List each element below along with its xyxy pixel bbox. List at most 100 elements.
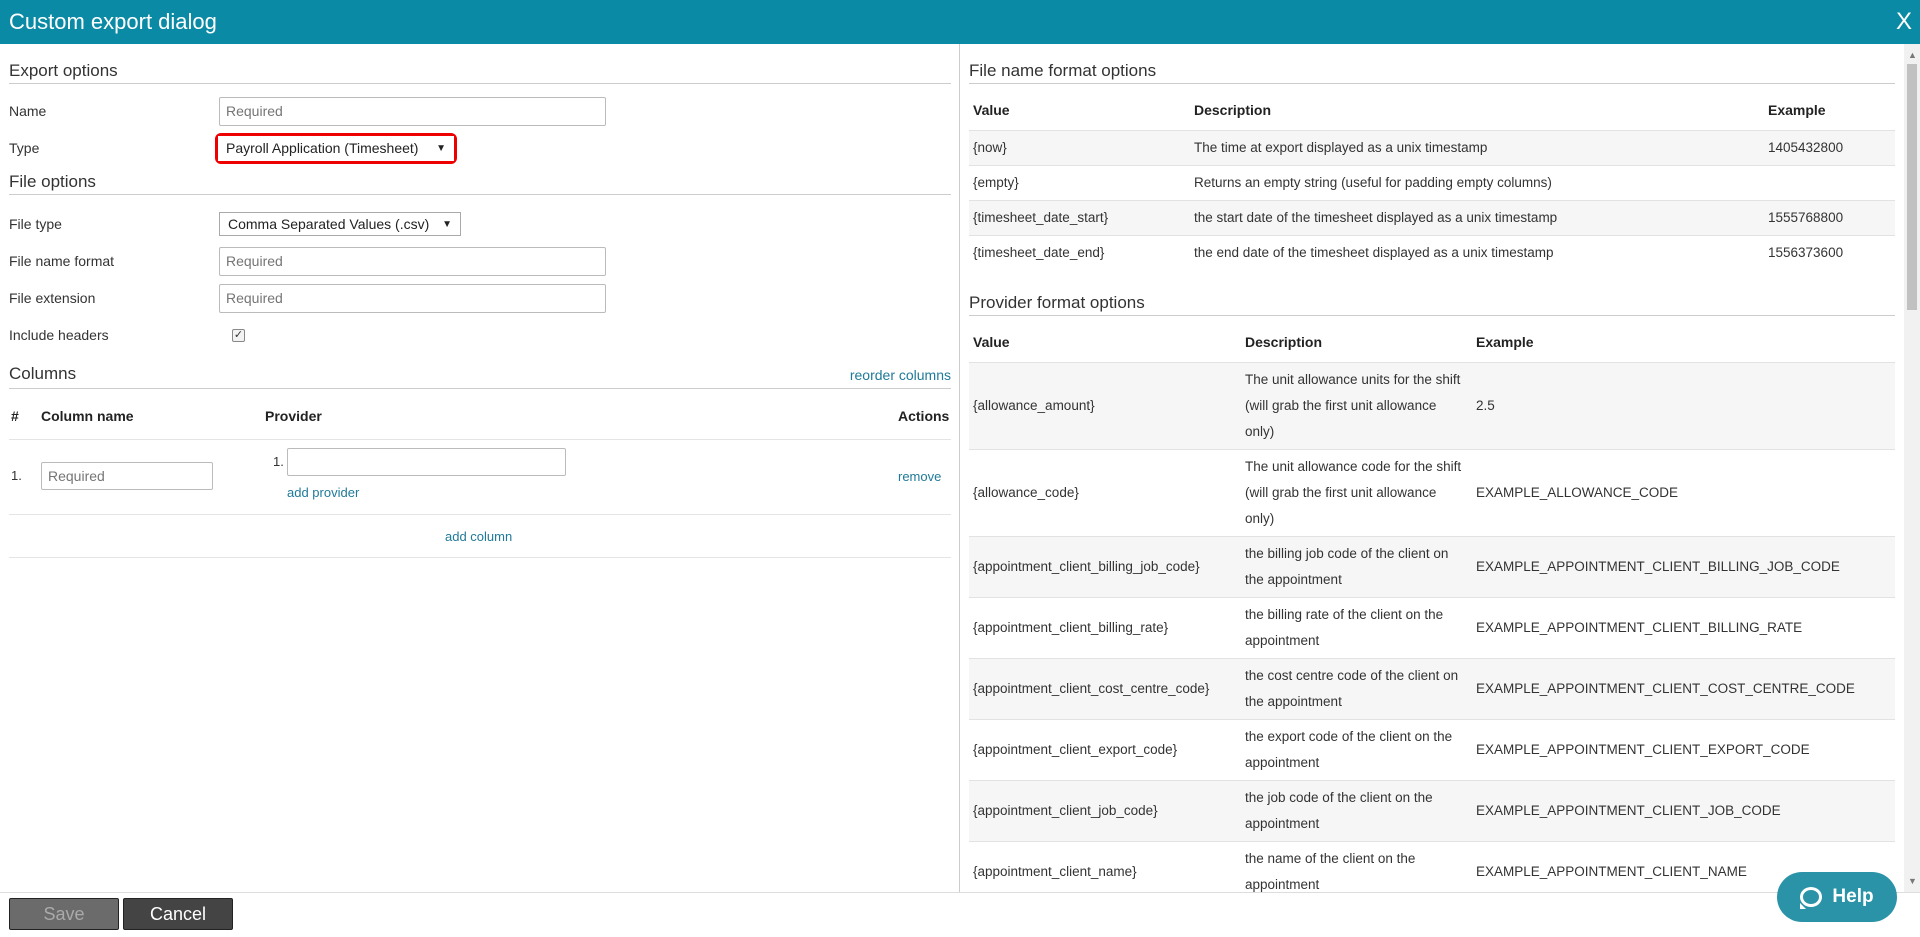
table-row: {appointment_client_export_code} the exp… [969,718,1895,780]
reorder-columns-link[interactable]: reorder columns [850,367,951,383]
add-provider-link[interactable]: add provider [287,485,359,500]
columns-heading-row: Columns reorder columns [9,364,951,389]
table-row: {allowance_code} The unit allowance code… [969,448,1895,536]
provider-input[interactable] [287,448,566,476]
divider [9,514,951,515]
table-cell-example: EXAMPLE_APPOINTMENT_CLIENT_EXPORT_CODE [1472,718,1895,780]
include-headers-row: Include headers ✓ [9,320,245,350]
table-cell-value: {empty} [969,164,1190,200]
table-cell-description: The unit allowance units for the shift (… [1241,361,1472,449]
table-cell-example: EXAMPLE_APPOINTMENT_CLIENT_BILLING_JOB_C… [1472,535,1895,597]
file-name-format-row: File name format [9,246,606,276]
table-cell-value: {appointment_client_export_code} [969,718,1241,780]
file-name-format-input[interactable] [219,246,606,276]
columns-header-provider: Provider [265,408,322,424]
table-cell-value: {appointment_client_name} [969,840,1241,892]
type-select[interactable]: Payroll Application (Timesheet) ▼ [218,135,454,161]
table-cell-example: EXAMPLE_ALLOWANCE_CODE [1472,448,1895,536]
name-input[interactable] [219,96,606,126]
table-cell-value: {appointment_client_cost_centre_code} [969,657,1241,719]
file-extension-input[interactable] [219,283,606,313]
columns-header-num: # [11,408,19,424]
columns-heading: Columns [9,364,77,383]
table-cell-value: {timesheet_date_end} [969,234,1190,270]
table-header-example: Example [1476,333,1534,350]
column-row-num: 1. [11,468,22,483]
column-name-input[interactable] [41,462,213,490]
add-column-link[interactable]: add column [445,529,512,544]
export-options-heading: Export options [9,61,951,84]
table-cell-example: 1405432800 [1764,129,1895,165]
table-cell-value: {appointment_client_job_code} [969,779,1241,841]
table-row: {timesheet_date_start} the start date of… [969,199,1895,235]
dialog-footer: Save Cancel [0,892,1920,937]
table-cell-description: the end date of the timesheet displayed … [1190,234,1764,270]
dialog-title: Custom export dialog [9,9,217,34]
dialog-titlebar: Custom export dialog X [0,0,1920,44]
type-select-highlight: Payroll Application (Timesheet) ▼ [215,132,457,164]
type-label: Type [9,140,40,156]
file-type-select[interactable]: Comma Separated Values (.csv) ▼ [219,212,461,236]
file-type-select-value: Comma Separated Values (.csv) [228,216,430,232]
provider-format-options-heading: Provider format options [969,293,1895,316]
name-label: Name [9,103,47,119]
chevron-down-icon: ▼ [442,218,452,230]
file-name-format-label: File name format [9,253,115,269]
table-cell-description: Returns an empty string (useful for padd… [1190,164,1764,200]
include-headers-label: Include headers [9,327,109,343]
cancel-button[interactable]: Cancel [123,898,233,930]
close-icon[interactable]: X [1896,8,1912,36]
file-extension-row: File extension [9,283,606,313]
table-cell-value: {timesheet_date_start} [969,199,1190,235]
table-row: {timesheet_date_end} the end date of the… [969,234,1895,270]
table-cell-description: the billing job code of the client on th… [1241,535,1472,597]
table-header-value: Value [973,101,1010,118]
help-button[interactable]: Help [1777,872,1897,922]
chevron-down-icon: ▼ [436,142,446,154]
table-cell-example: EXAMPLE_APPOINTMENT_CLIENT_COST_CENTRE_C… [1472,657,1895,719]
table-cell-value: {appointment_client_billing_rate} [969,596,1241,658]
table-cell-value: {appointment_client_billing_job_code} [969,535,1241,597]
table-header-description: Description [1245,333,1323,350]
table-header-value: Value [973,333,1010,350]
table-cell-example: EXAMPLE_APPOINTMENT_CLIENT_BILLING_RATE [1472,596,1895,658]
help-label: Help [1832,886,1874,907]
table-cell-description: The time at export displayed as a unix t… [1190,129,1764,165]
table-cell-description: the job code of the client on the appoin… [1241,779,1472,841]
table-header-example: Example [1768,101,1826,118]
table-row: {appointment_client_billing_job_code} th… [969,535,1895,597]
save-button[interactable]: Save [9,898,119,930]
file-type-row: File type Comma Separated Values (.csv) … [9,209,461,239]
table-cell-description: the start date of the timesheet displaye… [1190,199,1764,235]
table-cell-example: 2.5 [1472,361,1895,449]
table-cell-description: the export code of the client on the app… [1241,718,1472,780]
table-row: {allowance_amount} The unit allowance un… [969,361,1895,449]
format-options-pane[interactable]: File name format options Value Descripti… [959,44,1920,892]
table-row: {appointment_client_name} the name of th… [969,840,1895,892]
export-settings-pane: Export options Name Type Payroll Applica… [0,44,958,892]
table-row: {appointment_client_job_code} the job co… [969,779,1895,841]
file-name-format-options-heading: File name format options [969,61,1895,84]
include-headers-checkbox[interactable]: ✓ [232,328,245,342]
table-row: {now} The time at export displayed as a … [969,129,1895,165]
remove-column-link[interactable]: remove [898,469,941,484]
file-options-heading: File options [9,172,951,195]
table-cell-description: the billing rate of the client on the ap… [1241,596,1472,658]
type-row: Type Payroll Application (Timesheet) ▼ [9,132,457,164]
scroll-down-icon[interactable]: ▼ [1908,876,1917,886]
file-type-label: File type [9,216,62,232]
vertical-scrollbar[interactable]: ▲ ▼ [1904,44,1920,892]
table-row: {appointment_client_billing_rate} the bi… [969,596,1895,658]
table-cell-description: The unit allowance code for the shift (w… [1241,448,1472,536]
table-cell-example: 1555768800 [1764,199,1895,235]
table-cell-value: {now} [969,129,1190,165]
file-name-format-table: Value Description Example {now} The time… [969,90,1895,270]
scroll-up-icon[interactable]: ▲ [1908,50,1917,60]
columns-header-actions: Actions [898,408,950,424]
table-cell-value: {allowance_amount} [969,361,1241,449]
scrollbar-thumb[interactable] [1907,64,1917,310]
provider-format-table: Value Description Example {allowance_amo… [969,322,1895,892]
table-cell-description: the name of the client on the appointmen… [1241,840,1472,892]
table-cell-example: 1556373600 [1764,234,1895,270]
provider-row-num: 1. [273,454,284,469]
